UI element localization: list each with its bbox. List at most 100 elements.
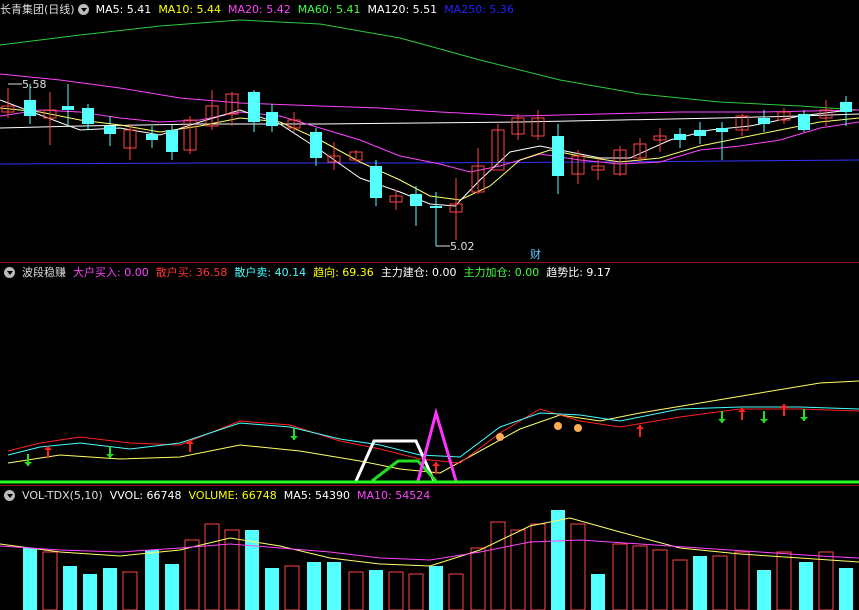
sell-arrow-icon [718, 411, 726, 423]
volume-bar [612, 543, 628, 610]
ma-label-5: MA250: 5.36 [444, 2, 514, 16]
buy-arrow-icon [738, 408, 746, 420]
candle-body [166, 130, 178, 152]
volume-bar [284, 565, 300, 610]
ma20-long-line [0, 73, 859, 117]
ma-label-2: MA20: 5.42 [228, 2, 291, 16]
volume-bar [530, 523, 546, 610]
financial-report-marker: 财 [530, 247, 541, 261]
volume-bar [327, 562, 341, 610]
volume-bar [307, 562, 321, 610]
volume-ma5-line [0, 517, 859, 567]
volume-indicator-name: VOL-TDX(5,10) [22, 488, 103, 502]
candle-body [62, 106, 74, 110]
ma-label-4: MA120: 5.51 [367, 2, 438, 16]
volume-bar [591, 574, 605, 610]
volume-value-2: MA5: 54390 [283, 488, 351, 502]
sell-arrow-icon [800, 409, 808, 421]
candle-body [674, 134, 686, 140]
volume-bar [63, 566, 77, 610]
indicator-value-1: 散户买: 36.58 [155, 266, 228, 279]
indicator-value-0: 大户买入: 0.00 [73, 266, 149, 279]
volume-bar [570, 523, 586, 610]
hand-pointer-icon [574, 424, 582, 432]
price-header: 长青集团(日线) MA5: 5.41 MA10: 5.44 MA20: 5.42 MA… [0, 0, 859, 18]
stock-title: 长青集团(日线) [0, 3, 75, 16]
volume-bar [776, 551, 792, 610]
candle-body [552, 136, 564, 176]
hand-pointer-icon [496, 433, 504, 441]
volume-bar [839, 568, 853, 610]
volume-bar [145, 550, 159, 610]
candle-body [716, 128, 728, 132]
ma-label-3: MA60: 5.41 [297, 2, 361, 16]
candle-body [430, 206, 442, 208]
volume-value-1: VOLUME: 66748 [188, 488, 277, 502]
volume-panel[interactable]: VOL-TDX(5,10) VVOL: 66748 VOLUME: 66748 MA… [0, 486, 859, 610]
volume-bar [369, 570, 383, 610]
indicator-value-6: 趋势比: 9.17 [546, 266, 611, 279]
buy-arrow-icon [636, 425, 644, 437]
candle-body [248, 92, 260, 122]
volume-bar [757, 570, 771, 610]
volume-bar [490, 521, 506, 610]
volume-header: VOL-TDX(5,10) VVOL: 66748 VOLUME: 66748 MA… [0, 486, 859, 504]
volume-bar [448, 573, 464, 610]
volume-bar [224, 529, 240, 610]
candle-body [758, 118, 770, 124]
candle-body [840, 102, 852, 112]
indicator-value-4: 主力建仓: 0.00 [380, 266, 457, 279]
candle-body [694, 130, 706, 136]
collapse-toggle-icon[interactable] [4, 266, 15, 278]
buy-arrow-icon [780, 404, 788, 416]
volume-bar [470, 547, 486, 610]
volume-bar [693, 556, 707, 610]
hand-pointer-icon [554, 422, 562, 430]
sell-arrow-icon [106, 446, 114, 458]
volume-bar [672, 559, 688, 610]
retail-sell-line [7, 406, 859, 458]
candle-body [310, 132, 322, 158]
candle-body [82, 108, 94, 124]
volume-bar [510, 529, 526, 610]
indicator-name: 波段稳赚 [22, 266, 66, 279]
candle-body [798, 114, 810, 130]
ma60-line [0, 19, 859, 111]
candle-body [146, 134, 158, 140]
volume-ma10-line [0, 539, 859, 561]
volume-chart[interactable] [0, 486, 859, 610]
high-price-label: 5.58 [22, 78, 47, 91]
volume-bar [429, 566, 443, 610]
indicator-value-3: 趋向: 69.36 [313, 266, 374, 279]
volume-bar [551, 510, 565, 610]
volume-bar [103, 568, 117, 610]
price-panel[interactable]: 5.58 5.02 财 长青集团(日线) MA5: 5.41 MA10: 5.44 MA… [0, 0, 859, 262]
sell-arrow-icon [760, 411, 768, 423]
volume-value-3: MA10: 54524 [357, 488, 431, 502]
indicator-header: 波段稳赚 大户买入: 0.00 散户买: 36.58 散户卖: 40.14 趋向: 6… [0, 263, 859, 281]
candle-body [104, 126, 116, 134]
volume-bar [184, 539, 200, 610]
ma-label-0: MA5: 5.41 [95, 2, 152, 16]
volume-bar [652, 549, 668, 610]
volume-bar [265, 568, 279, 610]
volume-bar [348, 571, 364, 610]
indicator-value-5: 主力加仓: 0.00 [463, 266, 540, 279]
candle-body [24, 100, 36, 116]
candlestick-chart[interactable]: 5.58 5.02 财 [0, 0, 859, 262]
volume-bar [42, 551, 58, 610]
volume-bar [23, 548, 37, 610]
indicator-chart[interactable] [0, 263, 859, 485]
collapse-toggle-icon[interactable] [77, 3, 89, 15]
volume-bar [388, 571, 404, 610]
ma-legend: MA5: 5.41 MA10: 5.44 MA20: 5.42 MA60: 5.41 M… [96, 3, 521, 16]
ma10-line [0, 107, 859, 201]
collapse-toggle-icon[interactable] [4, 489, 15, 501]
volume-bar [799, 562, 813, 610]
indicator-legend: 大户买入: 0.00 散户买: 36.58 散户卖: 40.14 趋向: 69.36 主… [73, 264, 618, 280]
volume-bar [165, 564, 179, 610]
volume-bar [122, 571, 138, 610]
volume-bar [818, 551, 834, 610]
volume-legend: VVOL: 66748 VOLUME: 66748 MA5: 54390 MA10: … [110, 489, 438, 502]
indicator-panel[interactable]: 波段稳赚 大户买入: 0.00 散户买: 36.58 散户卖: 40.14 趋向: 6… [0, 263, 859, 485]
